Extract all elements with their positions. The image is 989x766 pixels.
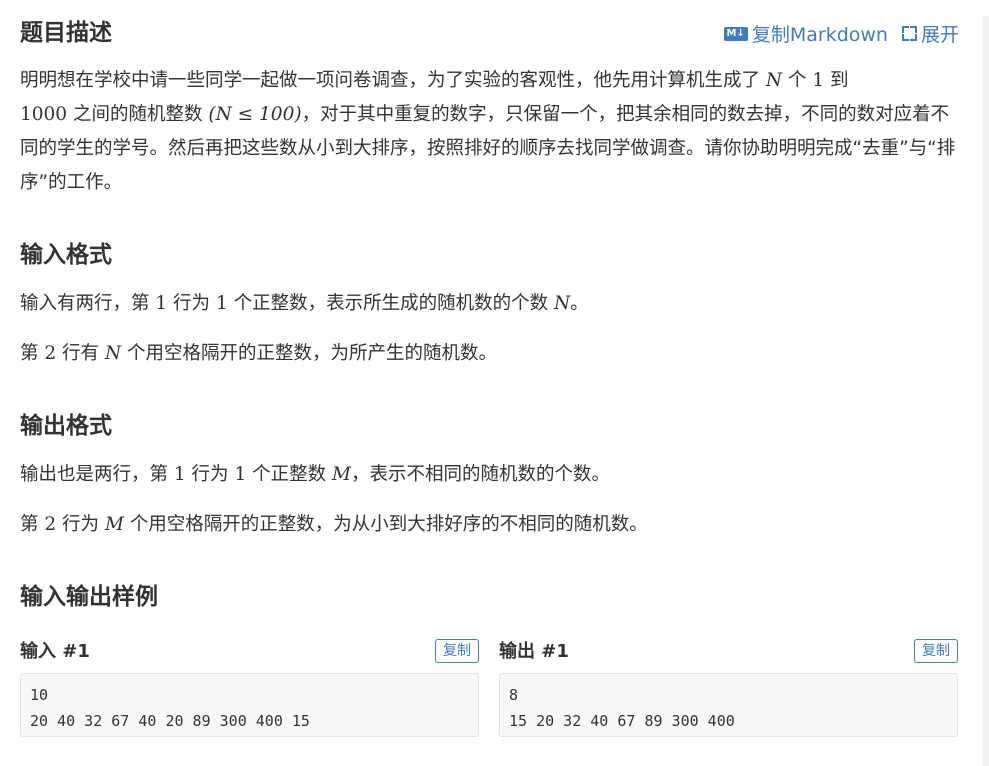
scrollbar-track[interactable] — [983, 16, 989, 766]
copy-markdown-label: 复制Markdown — [751, 24, 888, 46]
output-format-line-1: 输出也是两行，第 1 行为 1 个正整数 M，表示不相同的随机数的个数。 — [20, 464, 610, 485]
input-format-line-2: 第 2 行有 N 个用空格隔开的正整数，为所产生的随机数。 — [20, 343, 498, 364]
copy-output-button[interactable]: 复制 — [914, 639, 958, 663]
sample-output-header: 输出 #1 复制 — [499, 638, 958, 666]
markdown-icon: M↓ — [723, 26, 748, 41]
sample-output-title: 输出 #1 — [499, 641, 569, 662]
math-one: 1 — [812, 70, 825, 91]
output-format-line-2: 第 2 行为 M 个用空格隔开的正整数，为从小到大排好序的不相同的随机数。 — [20, 514, 648, 535]
sample-output-code[interactable]: 8 15 20 32 40 67 89 300 400 — [499, 673, 958, 737]
expand-icon — [901, 26, 917, 41]
input-format-line-1: 输入有两行，第 1 行为 1 个正整数，表示所生成的随机数的个数 N。 — [20, 293, 589, 314]
math-n: N — [765, 70, 783, 91]
copy-input-button[interactable]: 复制 — [435, 639, 479, 663]
expand-button[interactable]: 展开 — [901, 20, 959, 47]
section-title-input-format: 输入格式 — [20, 242, 112, 268]
sample-input-title: 输入 #1 — [20, 641, 90, 662]
problem-page: 题目描述 M↓ 复制Markdown 展开 明明想在学校中请一些同学一起做一项问… — [0, 16, 989, 766]
section-title-samples: 输入输出样例 — [20, 584, 158, 610]
sample-output: 输出 #1 复制 8 15 20 32 40 67 89 300 400 — [499, 638, 958, 737]
expand-label: 展开 — [920, 24, 959, 46]
copy-markdown-button[interactable]: M↓ 复制Markdown — [723, 20, 888, 47]
header-actions: M↓ 复制Markdown 展开 — [723, 20, 959, 47]
section-title-output-format: 输出格式 — [20, 413, 112, 439]
samples-container: 输入 #1 复制 10 20 40 32 67 40 20 89 300 400… — [20, 638, 959, 737]
sample-input: 输入 #1 复制 10 20 40 32 67 40 20 89 300 400… — [20, 638, 479, 737]
sample-input-header: 输入 #1 复制 — [20, 638, 479, 666]
problem-description: 明明想在学校中请一些同学一起做一项问卷调查，为了实验的客观性，他先用计算机生成了… — [20, 70, 956, 193]
sample-input-code[interactable]: 10 20 40 32 67 40 20 89 300 400 15 — [20, 673, 479, 737]
math-thousand: 1000 — [20, 104, 68, 125]
description-header: 题目描述 M↓ 复制Markdown 展开 — [20, 16, 959, 50]
math-constraint: (N ≤ 100) — [208, 104, 302, 125]
